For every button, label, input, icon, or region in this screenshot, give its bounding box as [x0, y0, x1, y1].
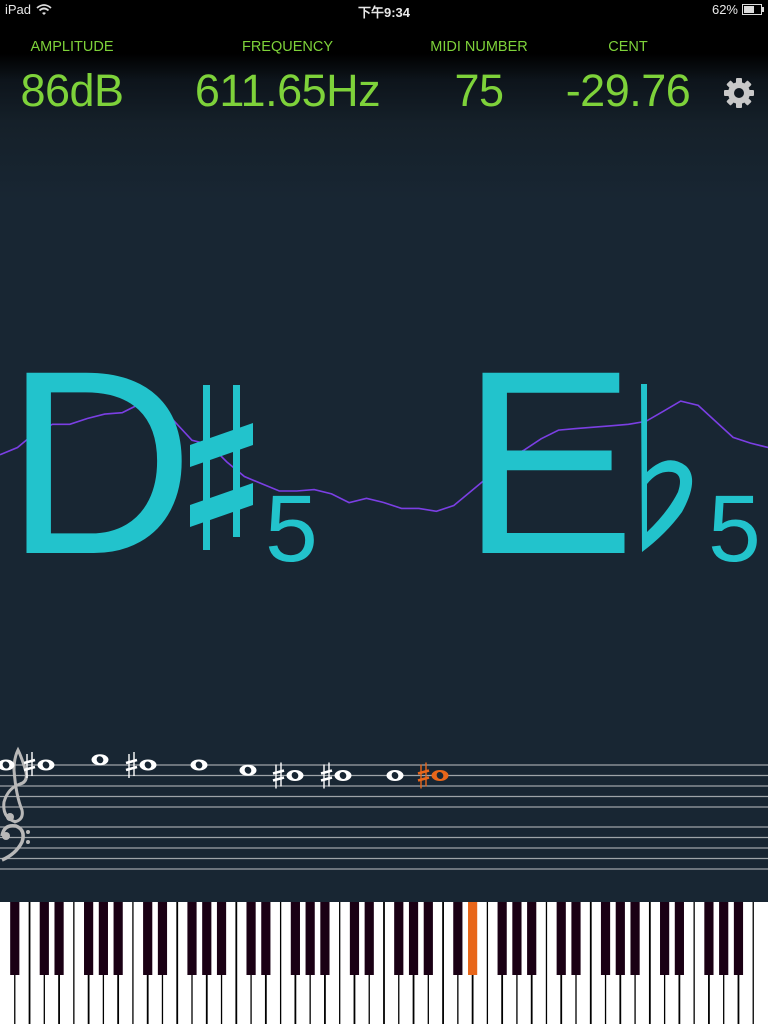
piano-black-key[interactable] [512, 902, 522, 975]
cent-label: CENT [608, 39, 648, 55]
piano-black-key[interactable] [408, 902, 419, 975]
midi-label: MIDI NUMBER [430, 39, 528, 55]
piano-keyboard [0, 902, 768, 1024]
staff-note [386, 770, 404, 781]
flat-note-letter: E [461, 316, 636, 609]
piano-black-key[interactable] [305, 902, 315, 975]
battery-charging-icon [742, 4, 764, 15]
gear-icon[interactable] [722, 76, 756, 110]
staff-note [0, 759, 15, 771]
piano-black-key[interactable] [423, 902, 433, 975]
frequency-label: FREQUENCY [241, 39, 334, 55]
status-bar: iPad 下午9:34 62% [0, 0, 768, 20]
piano-black-key[interactable] [674, 902, 684, 975]
music-staff [0, 746, 768, 870]
piano-black-key-active[interactable] [468, 902, 478, 975]
piano-black-key[interactable] [364, 902, 374, 975]
amplitude-value: 86dB [20, 65, 124, 116]
piano-black-key[interactable] [630, 902, 640, 975]
piano-black-key[interactable] [202, 902, 212, 975]
piano-black-key[interactable] [660, 902, 670, 975]
metrics-header: AMPLITUDE 86dB FREQUENCY 611.65Hz MIDI N… [0, 20, 768, 120]
piano-black-key[interactable] [349, 902, 360, 975]
piano-black-key[interactable] [497, 902, 507, 975]
piano-black-key[interactable] [571, 902, 581, 975]
piano-black-key[interactable] [84, 902, 94, 975]
piano-black-key[interactable] [719, 902, 729, 975]
piano-black-key[interactable] [216, 902, 227, 975]
sharp-note-letter: D [5, 316, 195, 609]
amplitude-label: AMPLITUDE [30, 39, 114, 55]
piano-black-key[interactable] [394, 902, 404, 975]
flat-icon [641, 384, 693, 552]
piano-black-key[interactable] [10, 902, 20, 975]
midi-value: 75 [454, 65, 504, 116]
piano-black-key[interactable] [704, 902, 714, 975]
piano-black-key[interactable] [615, 902, 625, 975]
staff-note [190, 759, 208, 771]
piano-black-key[interactable] [246, 902, 256, 975]
piano-black-key[interactable] [261, 902, 271, 975]
piano-black-key[interactable] [733, 902, 744, 975]
sharp-note-octave: 5 [265, 476, 318, 582]
piano-black-key[interactable] [39, 902, 49, 975]
piano-black-key[interactable] [143, 902, 153, 975]
piano-black-key[interactable] [453, 902, 463, 975]
cent-value: -29.76 [565, 65, 691, 116]
sharp-icon [190, 385, 253, 550]
bass-clef-icon [0, 823, 30, 862]
staff-note [91, 754, 109, 766]
piano-black-key[interactable] [320, 902, 330, 975]
piano-black-key[interactable] [187, 902, 197, 975]
piano-black-key[interactable] [290, 902, 300, 975]
flat-note-octave: 5 [708, 476, 761, 582]
piano-black-key[interactable] [556, 902, 566, 975]
piano-black-key[interactable] [527, 902, 537, 975]
piano-black-key[interactable] [54, 902, 64, 975]
piano-black-key[interactable] [600, 902, 611, 975]
piano-black-key[interactable] [113, 902, 123, 975]
clock: 下午9:34 [357, 5, 411, 20]
piano-white-key[interactable] [753, 902, 768, 1024]
piano-black-key[interactable] [98, 902, 108, 975]
staff-note [239, 764, 257, 776]
battery-percent: 62% [711, 2, 738, 17]
frequency-value: 611.65Hz [194, 65, 381, 116]
piano-black-key[interactable] [157, 902, 168, 975]
